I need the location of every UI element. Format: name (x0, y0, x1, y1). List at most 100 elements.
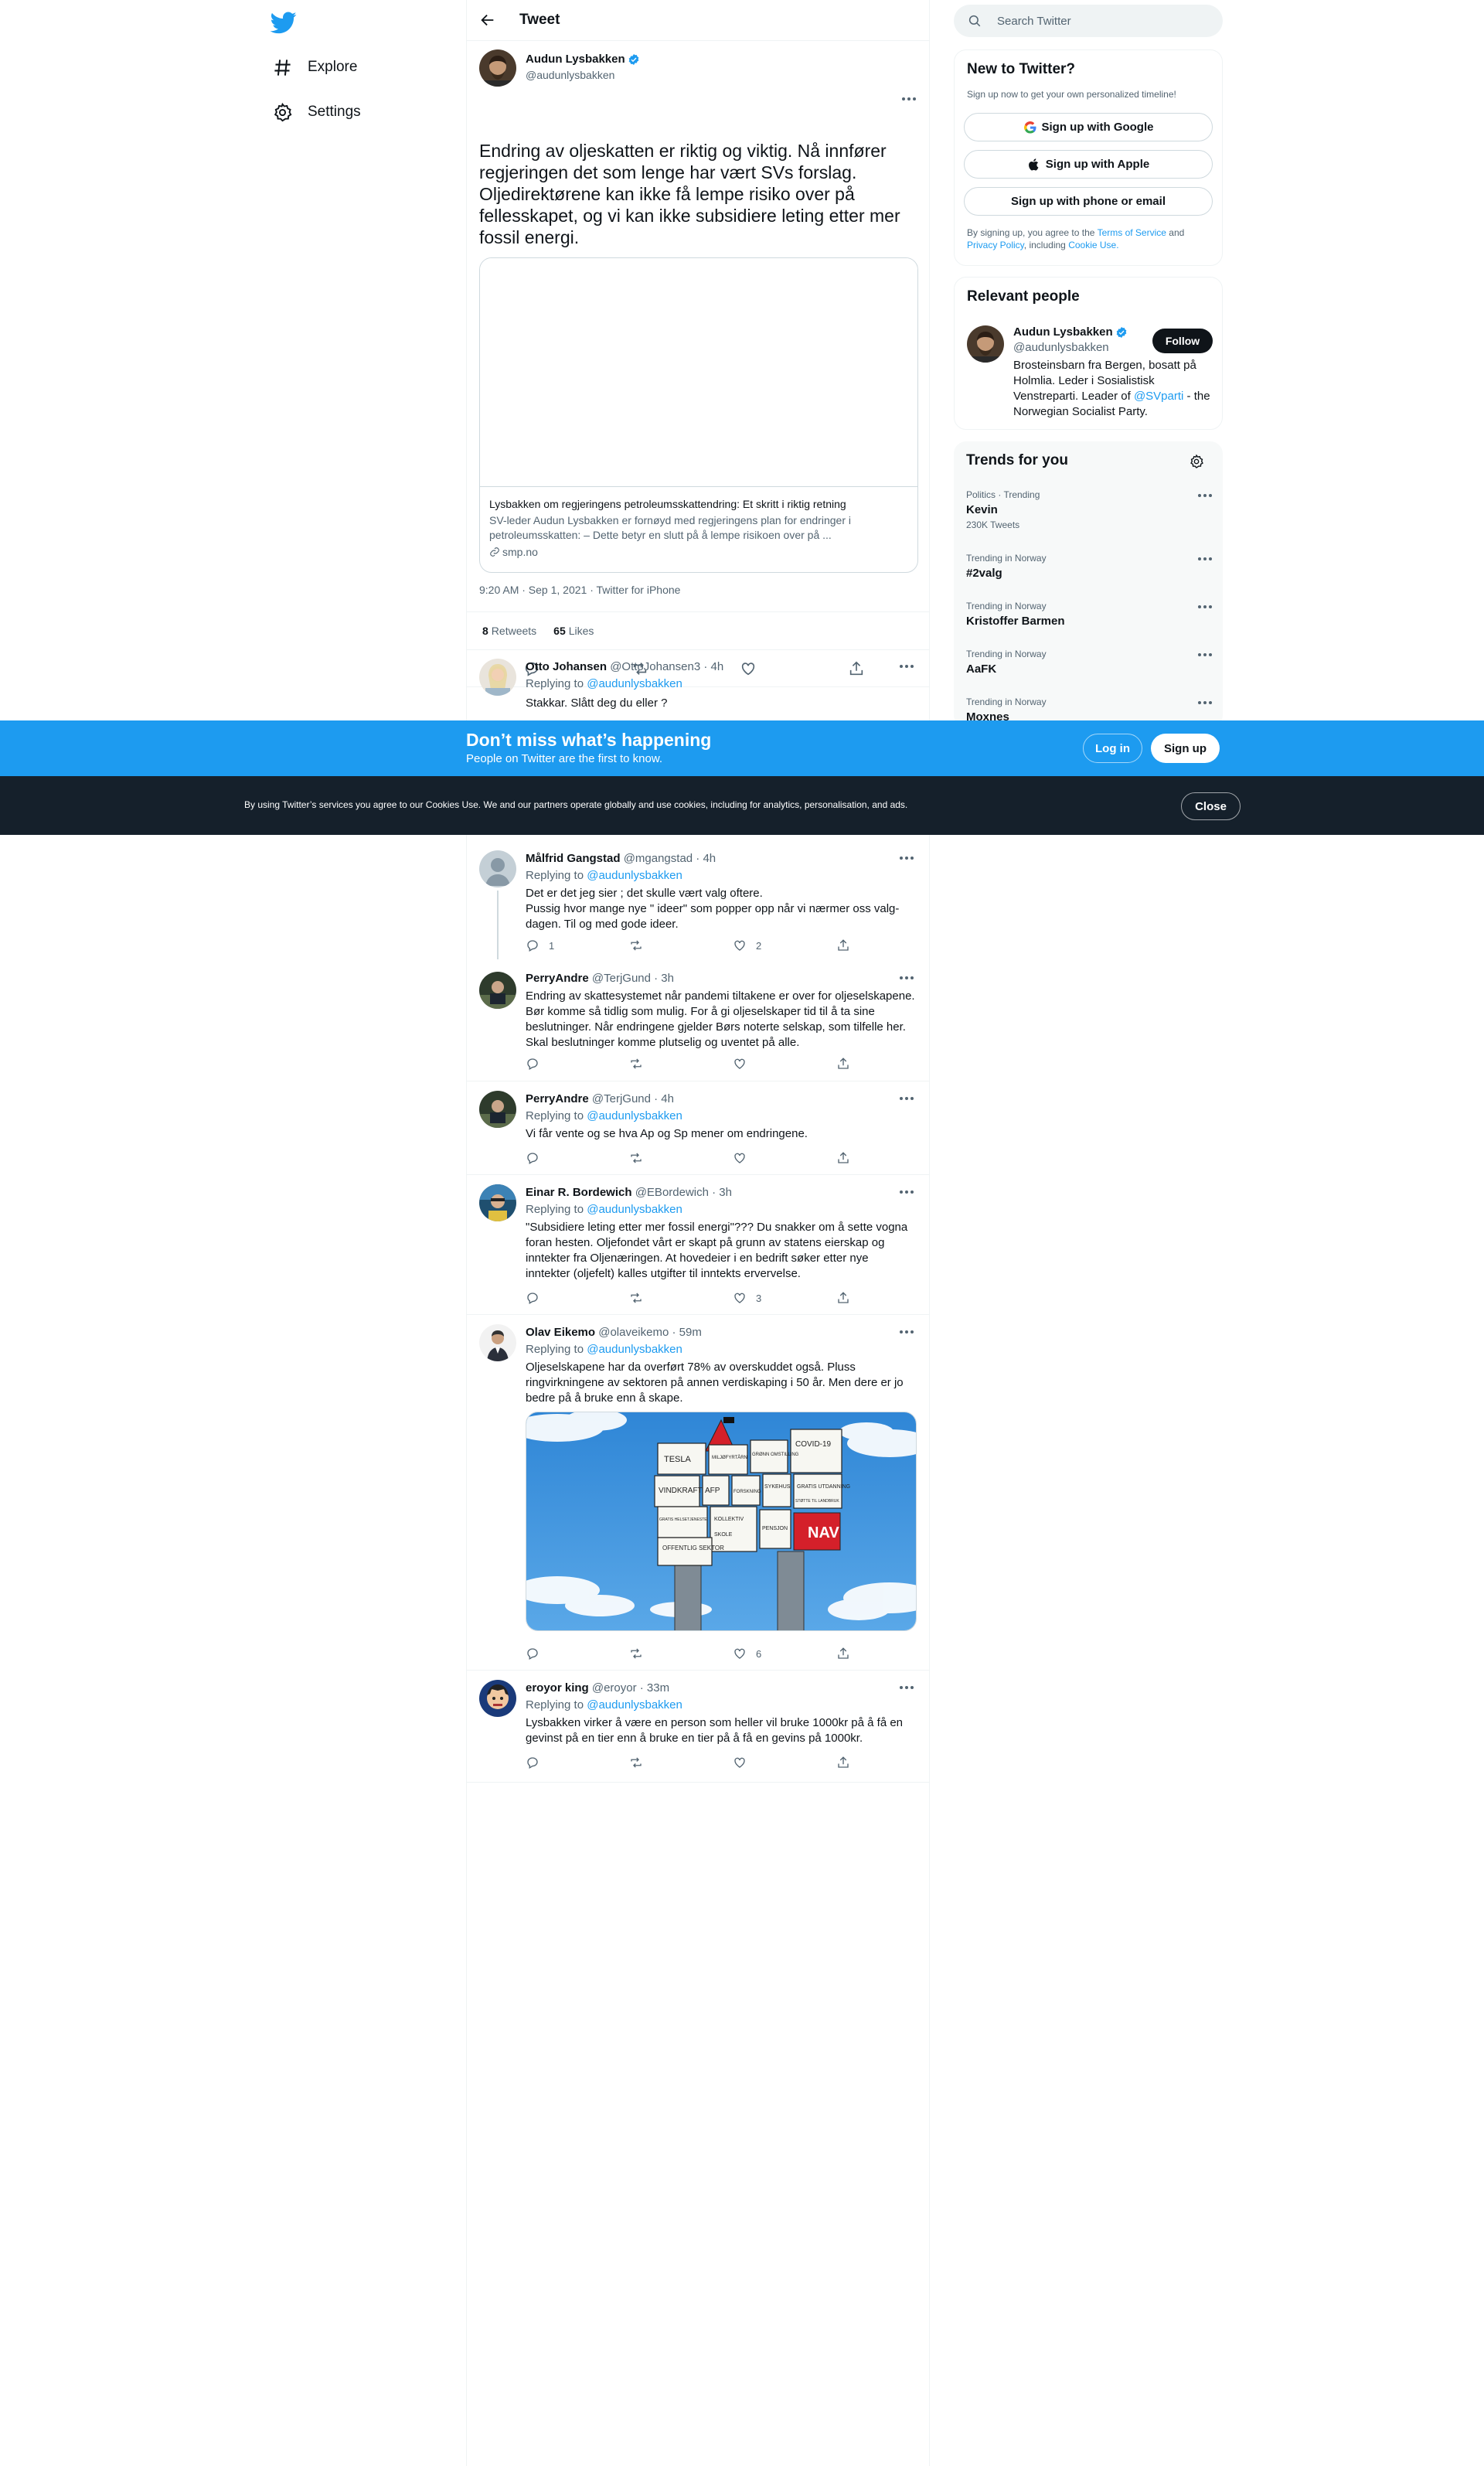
privacy-link[interactable]: Privacy Policy (967, 240, 1024, 250)
more-options-icon[interactable] (900, 1330, 915, 1335)
more-options-icon[interactable] (902, 97, 917, 102)
relevant-name[interactable]: Audun Lysbakken (1013, 325, 1128, 339)
reply-author-name[interactable]: eroyor king (526, 1681, 589, 1695)
more-options-icon[interactable] (900, 857, 915, 861)
tweet-timestamp[interactable]: 9:20 AM · Sep 1, 2021 · Twitter for iPho… (479, 584, 680, 596)
reply-image[interactable]: TESLA VINDKRAFT AFP COVID-19 NAV OFFENTL… (526, 1412, 917, 1631)
share-button[interactable] (836, 1057, 859, 1071)
trend-item[interactable]: Trending in Norway Kristoffer Barmen (966, 601, 1213, 628)
reply-tweet[interactable]: Målfrid Gangstad @mgangstad · 4h Replyin… (467, 841, 929, 959)
trend-item[interactable]: Trending in Norway #2valg (966, 553, 1213, 580)
reply-actions (526, 1057, 858, 1072)
cookie-link[interactable]: Cookie Use. (1068, 240, 1118, 250)
reply-button[interactable] (526, 1057, 549, 1071)
avatar[interactable] (479, 972, 516, 1009)
more-options-icon[interactable] (900, 1097, 915, 1102)
share-icon (838, 1647, 849, 1659)
retweet-button[interactable] (629, 1151, 652, 1165)
trend-item[interactable]: Trending in Norway Moxnes (966, 697, 1213, 724)
retweet-button[interactable] (629, 1647, 652, 1660)
reply-text: Endring av skattesystemet når pandemi ti… (526, 989, 915, 1049)
signup-button[interactable]: Sign up (1151, 734, 1220, 763)
search-input[interactable]: Search Twitter (954, 5, 1223, 37)
reply-tweet[interactable]: PerryAndre @TerjGund · 3h Endring av ska… (467, 959, 929, 1081)
reply-author-name[interactable]: PerryAndre (526, 1092, 589, 1105)
share-button[interactable] (836, 1151, 859, 1165)
retweet-button[interactable] (629, 1057, 652, 1071)
trend-item[interactable]: Trending in Norway AaFK (966, 649, 1213, 676)
center-column: Tweet Audun Lysbakken @audunlysbakken En… (466, 0, 930, 2466)
share-button[interactable] (836, 1291, 859, 1305)
reply-author-name[interactable]: PerryAndre (526, 972, 589, 985)
more-options-icon[interactable] (900, 1190, 915, 1195)
avatar[interactable] (479, 850, 516, 887)
retweet-button[interactable] (629, 1756, 652, 1769)
replying-to-link[interactable]: @audunlysbakken (587, 677, 682, 690)
close-button[interactable]: Close (1181, 792, 1241, 820)
like-button[interactable] (733, 1151, 756, 1165)
like-button[interactable] (733, 1756, 756, 1769)
more-options-icon[interactable] (1198, 701, 1213, 706)
reply-button[interactable]: 1 (526, 938, 554, 952)
reply-tweet[interactable]: Olav Eikemo @olaveikemo · 59m Replying t… (467, 1315, 929, 1671)
avatar[interactable] (967, 325, 1004, 363)
gear-icon[interactable] (1189, 454, 1204, 469)
reply-button[interactable] (526, 1291, 549, 1305)
avatar[interactable] (479, 1091, 516, 1128)
retweet-button[interactable] (629, 938, 652, 952)
replying-to-link[interactable]: @audunlysbakken (587, 869, 682, 882)
cartoon-label: GRATIS UTDANNING (797, 1484, 850, 1490)
back-arrow-icon[interactable] (479, 12, 496, 29)
reply-author-name[interactable]: Målfrid Gangstad (526, 852, 621, 865)
avatar[interactable] (479, 1680, 516, 1717)
signup-apple-button[interactable]: Sign up with Apple (964, 150, 1213, 179)
like-button[interactable] (733, 1057, 756, 1071)
author-name[interactable]: Audun Lysbakken (526, 53, 640, 66)
share-button[interactable] (836, 1647, 859, 1660)
replying-to-link[interactable]: @audunlysbakken (587, 1109, 682, 1122)
more-options-icon[interactable] (1198, 653, 1213, 658)
link-card[interactable]: Lysbakken om regjeringens petroleumsskat… (479, 257, 918, 573)
cartoon-label: OFFENTLIG SEKTOR (662, 1545, 724, 1551)
avatar[interactable] (479, 1184, 516, 1221)
more-options-icon[interactable] (1198, 605, 1213, 610)
bio-mention-link[interactable]: @SVparti (1134, 390, 1183, 403)
follow-button[interactable]: Follow (1152, 329, 1213, 353)
reply-author-name[interactable]: Olav Eikemo (526, 1326, 595, 1339)
like-button[interactable]: 2 (733, 938, 761, 952)
more-options-icon[interactable] (1198, 557, 1213, 562)
retweets-stat[interactable]: 8 Retweets (482, 625, 536, 637)
nav-settings[interactable]: Settings (272, 93, 361, 131)
signup-phone-button[interactable]: Sign up with phone or email (964, 187, 1213, 216)
retweet-button[interactable] (629, 1291, 652, 1305)
avatar[interactable] (479, 49, 516, 87)
login-button[interactable]: Log in (1083, 734, 1142, 763)
reply-tweet[interactable]: PerryAndre @TerjGund · 4h Replying to @a… (467, 1081, 929, 1175)
reply-tweet[interactable]: Einar R. Bordewich @EBordewich · 3h Repl… (467, 1175, 929, 1315)
nav-explore[interactable]: Explore (272, 48, 357, 87)
more-options-icon[interactable] (900, 976, 915, 981)
avatar[interactable] (479, 1324, 516, 1361)
like-button[interactable]: 3 (733, 1291, 761, 1305)
replying-to-link[interactable]: @audunlysbakken (587, 1698, 682, 1712)
share-button[interactable] (836, 1756, 859, 1769)
like-button[interactable]: 6 (733, 1647, 761, 1660)
more-options-icon[interactable] (1198, 494, 1213, 499)
terms-link[interactable]: Terms of Service (1098, 227, 1166, 238)
reply-button[interactable] (526, 1151, 549, 1165)
replying-to-link[interactable]: @audunlysbakken (587, 1343, 682, 1356)
twitter-logo-icon[interactable] (271, 9, 297, 36)
reply-button[interactable] (526, 1647, 549, 1660)
signup-google-button[interactable]: Sign up with Google (964, 113, 1213, 141)
more-options-icon[interactable] (900, 665, 915, 669)
reply-tweet[interactable]: eroyor king @eroyor · 33m Replying to @a… (467, 1671, 929, 1783)
avatar[interactable] (479, 659, 516, 696)
reply-author-name[interactable]: Otto Johansen (526, 660, 607, 673)
reply-author-name[interactable]: Einar R. Bordewich (526, 1186, 632, 1199)
more-options-icon[interactable] (900, 1686, 915, 1691)
replying-to-link[interactable]: @audunlysbakken (587, 1203, 682, 1216)
share-button[interactable] (836, 938, 859, 952)
reply-button[interactable] (526, 1756, 549, 1769)
trend-item[interactable]: Politics · Trending Kevin 230K Tweets (966, 489, 1213, 530)
likes-stat[interactable]: 65 Likes (553, 625, 594, 637)
